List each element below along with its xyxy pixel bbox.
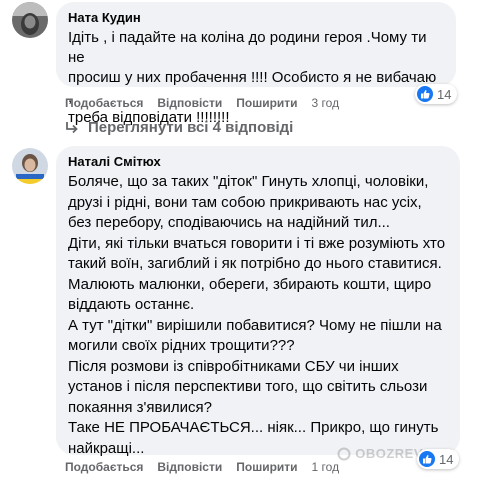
like-button[interactable]: Подобається (65, 460, 143, 474)
like-button[interactable]: Подобається (65, 96, 143, 110)
comment-actions: Подобається Відповісти Поширити 1 год (65, 460, 339, 474)
comment-line: могили своїх рідних трощити??? (68, 337, 295, 354)
comment-line: віддають останнє. (68, 296, 195, 313)
comment-text: Ідіть , і падайте на коліна до родини ге… (68, 28, 444, 128)
reaction-count-badge[interactable]: 14 (415, 84, 458, 104)
comment-text: Боляче, що за таких "діток" Гинуть хлопц… (68, 172, 448, 459)
like-icon (417, 86, 433, 102)
reaction-count: 14 (437, 86, 452, 102)
comment-line: друзі і рідні, вони там собою прикривают… (68, 193, 422, 211)
comment-timestamp[interactable]: 3 год (312, 96, 340, 110)
comment-line: покаяння з'явилися? (68, 398, 212, 416)
comment-author[interactable]: Наталі Смітюх (68, 154, 448, 169)
comment-actions: Подобається Відповісти Поширити 3 год (65, 96, 339, 110)
view-replies-button[interactable]: Переглянути всі 4 відповіді (64, 119, 293, 136)
reply-button[interactable]: Відповісти (157, 460, 222, 474)
comment-line: Діти, які тільки вчаться говорити і ті в… (68, 234, 446, 252)
comment-line: без перебору, сподіваючись на надійний т… (68, 214, 390, 231)
comment-line: Боляче, що за таких "діток" Гинуть хлопц… (68, 173, 429, 190)
comment-bubble: Наталі Смітюх Боляче, що за таких "діток… (56, 146, 460, 457)
watermark-logo-icon (337, 447, 351, 460)
comment-timestamp[interactable]: 1 год (312, 460, 340, 474)
comment-line: Після розмови із співробітниками СБУ чи … (68, 357, 399, 375)
avatar[interactable] (12, 148, 48, 184)
share-button[interactable]: Поширити (236, 96, 297, 110)
like-icon (419, 451, 435, 467)
avatar-image (12, 2, 48, 38)
comment-line: установ і після перспективи того, що сві… (68, 378, 428, 395)
comment-line: Таке НЕ ПРОБАЧАЄТЬСЯ... ніяк... Прикро, … (68, 419, 439, 436)
share-button[interactable]: Поширити (236, 460, 297, 474)
avatar[interactable] (12, 2, 48, 38)
comment-author[interactable]: Ната Кудин (68, 10, 444, 25)
view-replies-label: Переглянути всі 4 відповіді (88, 119, 294, 136)
reply-arrow-icon (66, 121, 78, 133)
comment-line: Малюють малюнки, обереги, збирають кошти… (68, 275, 432, 293)
comment-line: Ідіть , і падайте на коліна до родини ге… (68, 29, 427, 66)
reaction-count-badge[interactable]: 14 (417, 449, 460, 469)
reply-button[interactable]: Відповісти (157, 96, 222, 110)
reaction-count: 14 (439, 451, 454, 467)
comment-line: А тут "дітки" вирішили побавитися? Чому … (68, 316, 442, 334)
comment-line: такий воїн, загиблий і як потрібно до нь… (68, 255, 442, 272)
comment-line: найкращі... (68, 439, 145, 457)
avatar-image (12, 148, 48, 184)
comment-bubble: Ната Кудин Ідіть , і падайте на коліна д… (56, 2, 456, 126)
